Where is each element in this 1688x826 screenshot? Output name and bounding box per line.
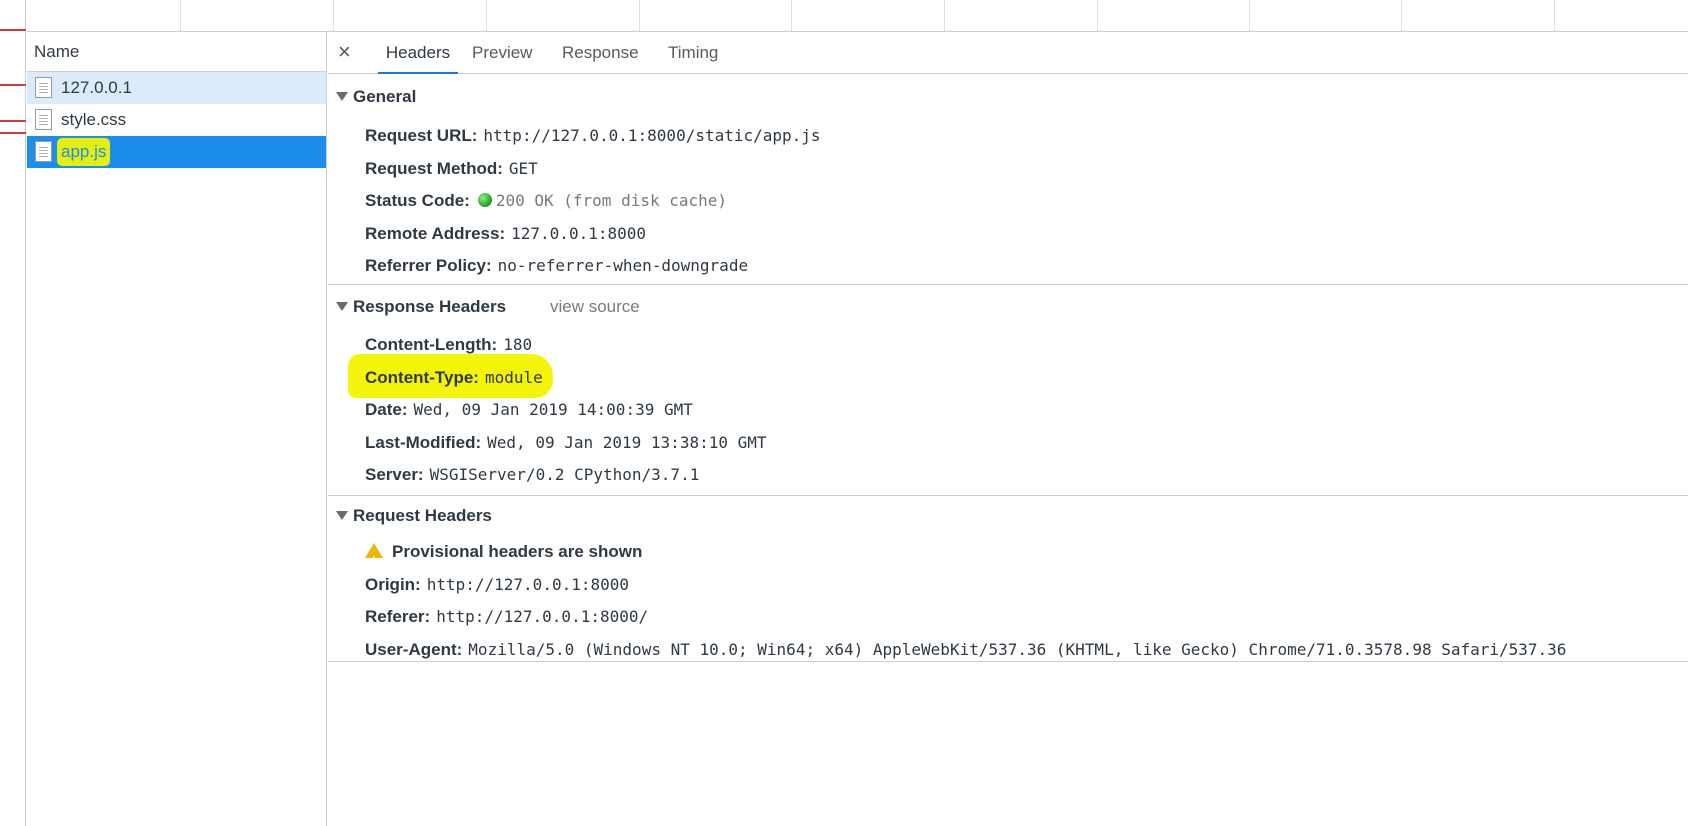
view-source-link[interactable]: view source: [550, 285, 640, 329]
header-referer: Referer: http://127.0.0.1:8000/: [365, 607, 649, 626]
timeline-mark: [0, 29, 26, 31]
general-section-header[interactable]: General: [328, 74, 1688, 120]
tab-headers[interactable]: Headers: [378, 32, 458, 74]
header-user-agent: User-Agent: Mozilla/5.0 (Windows NT 10.0;…: [365, 639, 1567, 659]
section-title: Response Headers: [353, 297, 507, 316]
request-list: Name 127.0.0.1 style.css app.js: [27, 32, 327, 826]
request-row-app-js[interactable]: app.js: [27, 136, 326, 168]
header-origin: Origin: http://127.0.0.1:8000: [365, 574, 630, 594]
close-icon[interactable]: ×: [338, 40, 351, 64]
provisional-headers-warning: Provisional headers are shown: [328, 536, 1688, 577]
timeline-mark: [0, 120, 26, 122]
timeline-mark: [0, 132, 26, 134]
header-content-type: Content-Type: module: [328, 353, 1688, 398]
header-date: Date: Wed, 09 Jan 2019 14:00:39 GMT: [365, 400, 693, 419]
header-server: Server: WSGIServer/0.2 CPython/3.7.1: [365, 465, 700, 484]
request-row-127-0-0-1[interactable]: 127.0.0.1: [27, 72, 326, 104]
header-remote-address: Remote Address: 127.0.0.1:8000: [365, 223, 646, 243]
tab-preview[interactable]: Preview: [472, 32, 532, 74]
general-section: General Request URL: http://127.0.0.1:800…: [328, 74, 1688, 285]
triangle-down-icon: [336, 511, 348, 520]
header-status-code: Status Code: 200 OK (from disk cache): [365, 191, 728, 210]
document-icon: [35, 141, 52, 162]
triangle-down-icon: [336, 92, 348, 101]
tab-timing[interactable]: Timing: [668, 32, 718, 74]
document-icon: [35, 77, 52, 98]
response-headers-section-header[interactable]: Response Headers view source: [328, 285, 1688, 329]
header-referrer-policy: Referrer Policy: no-referrer-when-downgra…: [365, 256, 749, 275]
name-column-header[interactable]: Name: [27, 32, 326, 72]
header-request-url: Request URL: http://127.0.0.1:8000/static…: [365, 126, 821, 145]
section-title: General: [353, 87, 417, 106]
request-headers-section-header[interactable]: Request Headers: [328, 496, 1688, 536]
section-title: Request Headers: [353, 506, 492, 525]
status-dot-icon: [477, 193, 492, 207]
timeline-gutter: [0, 0, 26, 826]
response-headers-section: Response Headers view source Content-Len…: [328, 285, 1688, 496]
timeline-mark: [0, 84, 26, 86]
warning-icon: [365, 543, 383, 577]
request-headers-section: Request Headers Provisional headers are …: [328, 496, 1688, 662]
request-row-style-css[interactable]: style.css: [27, 104, 326, 136]
request-name: app.js: [57, 138, 111, 166]
tab-response[interactable]: Response: [562, 32, 639, 74]
waterfall-grid: [27, 0, 1688, 32]
document-icon: [35, 109, 52, 130]
header-last-modified: Last-Modified: Wed, 09 Jan 2019 13:38:10 …: [365, 432, 767, 452]
details-tab-bar: × Headers Preview Response Timing: [328, 32, 1688, 74]
request-details-panel: × Headers Preview Response Timing Genera…: [328, 32, 1688, 826]
request-name: style.css: [61, 110, 127, 129]
triangle-down-icon: [336, 302, 348, 311]
request-name: 127.0.0.1: [61, 78, 132, 97]
header-request-method: Request Method: GET: [365, 158, 538, 178]
